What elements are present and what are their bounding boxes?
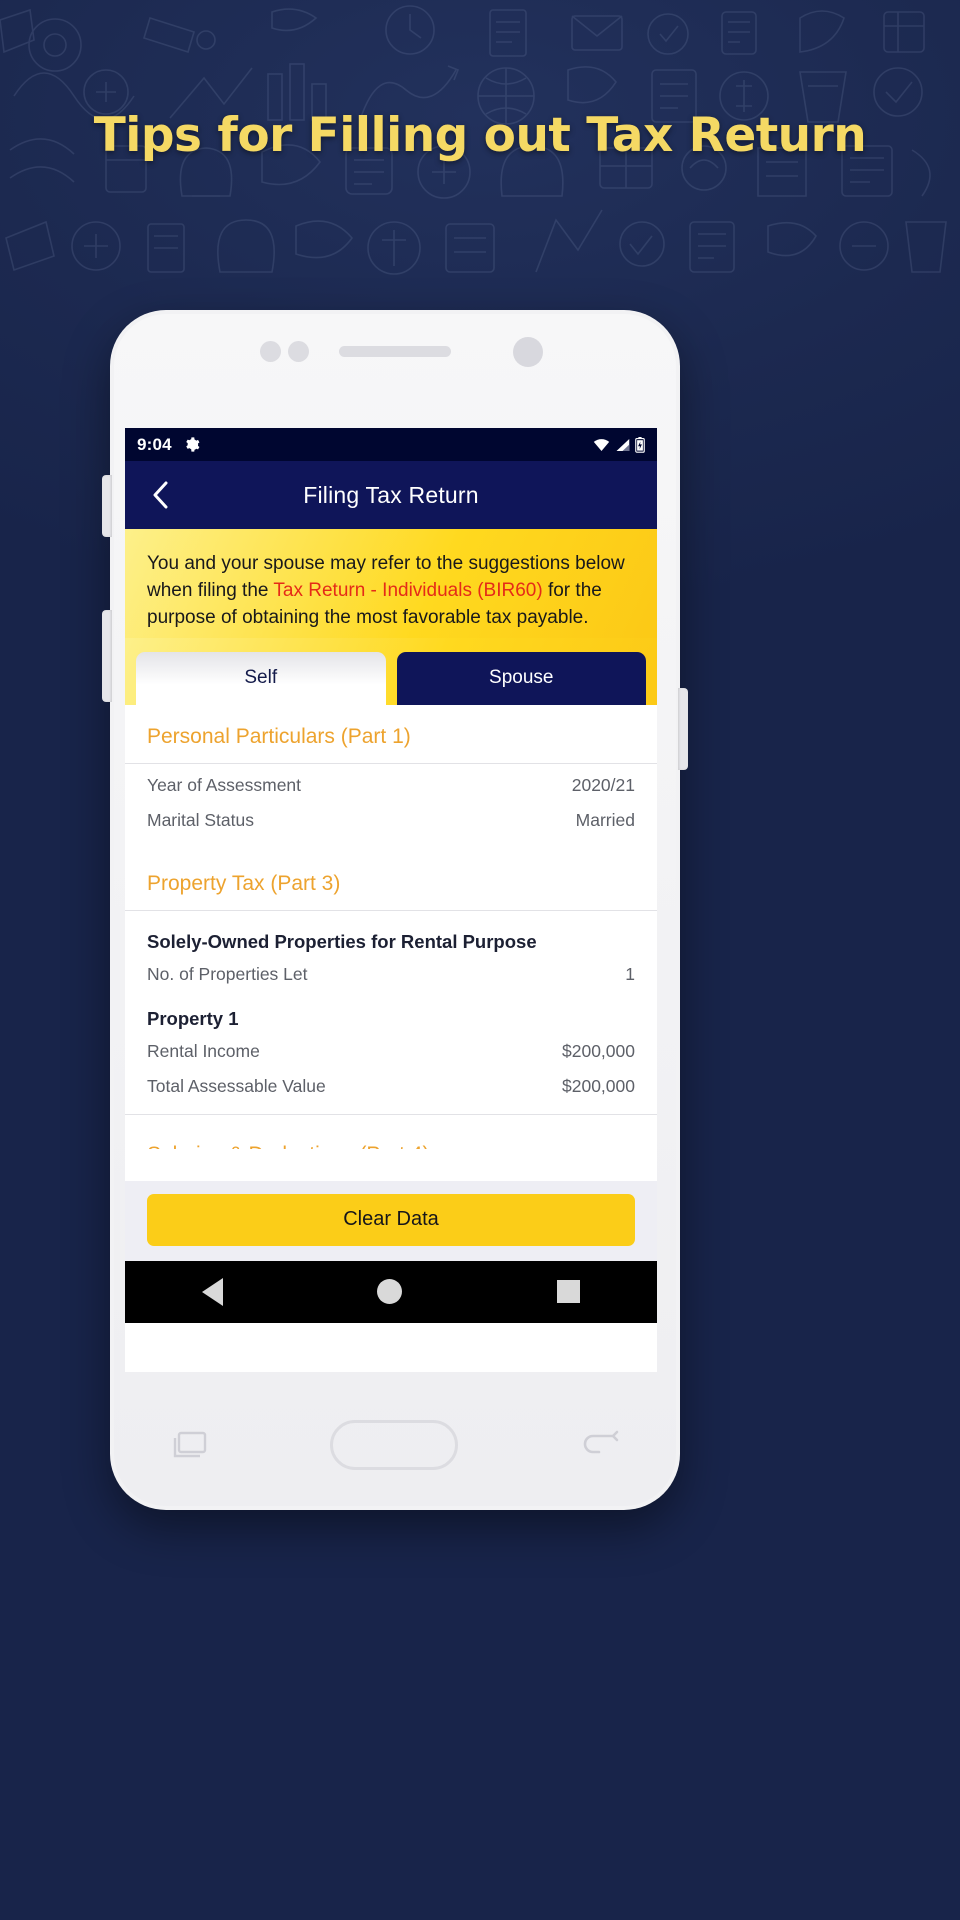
row-label: Year of Assessment xyxy=(147,774,302,795)
phone-screen: 9:04 Filing Tax Return You and your spou… xyxy=(125,428,657,1372)
clear-data-button[interactable]: Clear Data xyxy=(147,1193,635,1246)
row-label: Rental Income xyxy=(147,1040,260,1061)
section-heading-personal-particulars: Personal Particulars (Part 1) xyxy=(125,705,657,764)
notice-text: You and your spouse may refer to the sug… xyxy=(147,551,635,632)
app-bar-title: Filing Tax Return xyxy=(303,481,479,508)
back-button[interactable] xyxy=(149,479,171,511)
footer-bar: Clear Data xyxy=(125,1180,657,1261)
volume-down-button[interactable] xyxy=(102,610,112,702)
content-area[interactable]: Personal Particulars (Part 1) Year of As… xyxy=(125,704,657,1181)
recent-apps-icon[interactable] xyxy=(171,1429,209,1461)
row-value: 1 xyxy=(625,963,635,984)
phone-mockup: 9:04 Filing Tax Return You and your spou… xyxy=(102,310,688,1510)
row-value: $200,000 xyxy=(562,1040,635,1061)
status-icons xyxy=(593,436,645,453)
notice-banner: You and your spouse may refer to the sug… xyxy=(125,529,657,638)
poster-background: Tips for Filling out Tax Return 9:04 Fil… xyxy=(0,0,960,1920)
battery-icon xyxy=(635,436,645,453)
section-heading-property-tax: Property Tax (Part 3) xyxy=(125,852,657,911)
table-row: Rental Income $200,000 xyxy=(125,1034,657,1069)
volume-up-button[interactable] xyxy=(102,475,112,537)
row-label: Total Assessable Value xyxy=(147,1075,326,1096)
sensor-dot xyxy=(260,341,281,362)
earpiece-speaker xyxy=(339,346,451,357)
table-row: Year of Assessment 2020/21 xyxy=(125,768,657,803)
nav-home-icon[interactable] xyxy=(377,1279,403,1305)
row-value: 2020/21 xyxy=(571,774,635,795)
android-nav-bar xyxy=(125,1260,657,1323)
signal-icon xyxy=(616,438,630,451)
front-camera xyxy=(513,337,543,367)
section-heading-salaries-deductions-clipped: Salaries & Deductions (Part 4) xyxy=(125,1129,657,1149)
row-value: $200,000 xyxy=(562,1075,635,1096)
home-pill-icon[interactable] xyxy=(329,1420,458,1470)
group-title-solely-owned: Solely-Owned Properties for Rental Purpo… xyxy=(147,930,537,952)
table-row: Marital Status Married xyxy=(125,803,657,838)
row-label: No. of Properties Let xyxy=(147,963,308,984)
sensor-dot xyxy=(288,341,309,362)
tab-bar: Self Spouse xyxy=(125,637,657,705)
row-value: Married xyxy=(575,809,635,830)
group-title-property-1: Property 1 xyxy=(147,1007,239,1029)
tax-return-link[interactable]: Tax Return - Individuals (BIR60) xyxy=(273,580,542,601)
property-tax-card: Solely-Owned Properties for Rental Purpo… xyxy=(125,911,657,1129)
back-arrow-icon[interactable] xyxy=(579,1430,619,1460)
table-row: No. of Properties Let 1 xyxy=(125,957,657,992)
app-bar: Filing Tax Return xyxy=(125,461,657,529)
nav-recent-icon[interactable] xyxy=(556,1280,580,1304)
status-bar: 9:04 xyxy=(125,428,657,461)
power-button[interactable] xyxy=(678,688,688,770)
tab-self[interactable]: Self xyxy=(136,651,386,705)
tab-spouse[interactable]: Spouse xyxy=(396,651,646,705)
row-label: Marital Status xyxy=(147,809,254,830)
wifi-icon xyxy=(593,438,610,451)
gear-icon xyxy=(183,436,200,453)
nav-back-icon[interactable] xyxy=(202,1277,224,1306)
status-time: 9:04 xyxy=(137,434,172,454)
page-title: Tips for Filling out Tax Return xyxy=(93,108,867,163)
hardware-key-row xyxy=(110,1400,680,1490)
table-row: Total Assessable Value $200,000 xyxy=(125,1069,657,1104)
divider xyxy=(125,1113,657,1115)
chevron-left-icon xyxy=(153,481,168,509)
personal-particulars-card: Year of Assessment 2020/21 Marital Statu… xyxy=(125,764,657,852)
